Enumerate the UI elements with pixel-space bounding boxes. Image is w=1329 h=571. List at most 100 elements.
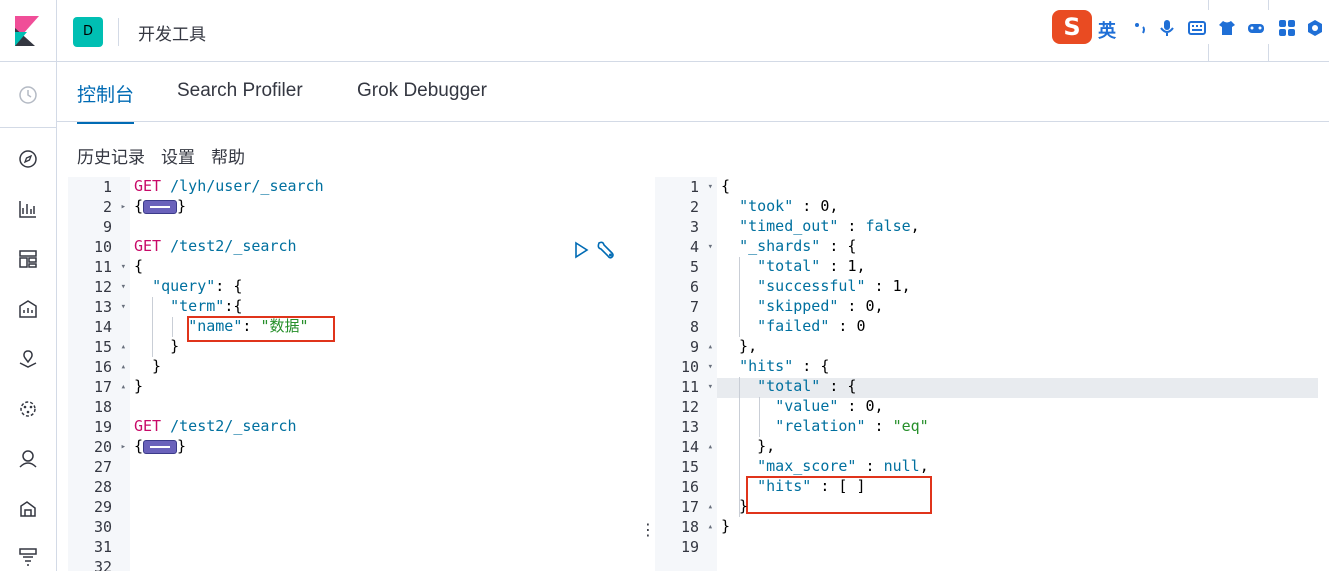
- play-icon[interactable]: [573, 241, 589, 259]
- code-token: null: [883, 457, 920, 475]
- code-token: ,: [856, 257, 866, 275]
- code-line: }: [134, 356, 161, 376]
- code-token: false: [865, 217, 911, 235]
- line-number: 12: [680, 398, 699, 416]
- keyboard-icon[interactable]: [1188, 19, 1206, 37]
- kibana-logo-cell[interactable]: [0, 0, 57, 62]
- code-token: GET: [134, 237, 162, 255]
- code-token: GET: [134, 417, 162, 435]
- line-number: 20: [93, 438, 112, 456]
- collapsed-block-icon[interactable]: [143, 439, 178, 454]
- sogou-logo-icon[interactable]: S: [1052, 10, 1092, 44]
- tab-console[interactable]: 控制台: [77, 80, 135, 124]
- fold-toggle-icon[interactable]: ▴: [121, 362, 126, 372]
- code-token: "relation": [775, 417, 866, 435]
- code-token: :: [820, 257, 848, 275]
- history-link[interactable]: 历史记录: [77, 148, 145, 168]
- line-number: 3: [689, 218, 699, 236]
- code-line: "failed" : 0: [721, 316, 866, 336]
- tab-grok-debugger[interactable]: Grok Debugger: [357, 80, 487, 117]
- fold-toggle-icon[interactable]: ▴: [121, 342, 126, 352]
- ime-language-toggle[interactable]: 英: [1098, 17, 1116, 43]
- fold-toggle-icon[interactable]: ▴: [121, 382, 126, 392]
- code-token: 0: [856, 317, 866, 335]
- fold-toggle-icon[interactable]: ▾: [708, 242, 713, 252]
- code-line: "name": "数据": [134, 316, 308, 336]
- fold-toggle-icon[interactable]: ▴: [708, 522, 713, 532]
- fold-toggle-icon[interactable]: ▾: [708, 362, 713, 372]
- code-line: },: [721, 436, 775, 456]
- settings-link[interactable]: 设置: [161, 148, 195, 168]
- help-link[interactable]: 帮助: [211, 148, 245, 168]
- code-token: }: [721, 517, 731, 535]
- line-number: 29: [93, 498, 112, 516]
- code-token: : {: [820, 237, 857, 255]
- space-avatar[interactable]: D: [73, 17, 103, 47]
- code-token: "hits": [757, 477, 812, 495]
- settings-icon[interactable]: [1306, 19, 1324, 37]
- code-line: }: [134, 336, 179, 356]
- microphone-icon[interactable]: [1158, 19, 1176, 37]
- code-token: "failed": [757, 317, 830, 335]
- code-line: "hits" : {: [721, 356, 829, 376]
- fold-toggle-icon[interactable]: ▾: [121, 302, 126, 312]
- request-editor[interactable]: 1 GET /lyh/user/_search 2 ▸ {} 9 10 GET /test2/…: [68, 177, 636, 571]
- discover-compass-icon[interactable]: [17, 148, 39, 170]
- code-line: "skipped" : 0,: [721, 296, 883, 316]
- apps-grid-icon[interactable]: [1278, 19, 1296, 37]
- visualize-chart-icon[interactable]: [17, 198, 39, 220]
- fold-toggle-icon[interactable]: ▴: [708, 502, 713, 512]
- fold-toggle-icon[interactable]: ▾: [121, 282, 126, 292]
- fold-toggle-icon[interactable]: ▸: [121, 202, 126, 212]
- code-token: /test2/_search: [170, 417, 297, 435]
- apm-icon[interactable]: [17, 546, 39, 568]
- line-number: 9: [689, 338, 699, 356]
- code-token: "timed_out": [739, 217, 839, 235]
- canvas-icon[interactable]: [17, 298, 39, 320]
- code-token: :: [829, 317, 857, 335]
- code-line: "successful" : 1,: [721, 276, 911, 296]
- fold-toggle-icon[interactable]: ▾: [121, 262, 126, 272]
- fold-toggle-icon[interactable]: ▾: [708, 182, 713, 192]
- code-token: : [ ]: [811, 477, 866, 495]
- line-number: 15: [680, 458, 699, 476]
- clock-icon[interactable]: [17, 84, 39, 106]
- wrench-icon[interactable]: [595, 239, 617, 261]
- kibana-logo-icon[interactable]: [15, 16, 39, 46]
- dashboard-icon[interactable]: [17, 248, 39, 270]
- fold-toggle-icon[interactable]: ▴: [708, 342, 713, 352]
- gamepad-icon[interactable]: [1247, 19, 1265, 37]
- code-token: "_shards": [739, 237, 821, 255]
- line-number: 19: [93, 418, 112, 436]
- line-number: 2: [102, 198, 112, 216]
- collapsed-block-icon[interactable]: [143, 199, 178, 214]
- line-number: 4: [689, 238, 699, 256]
- code-token: :: [838, 217, 866, 235]
- fold-toggle-icon[interactable]: ▴: [708, 442, 713, 452]
- maps-icon[interactable]: [17, 348, 39, 370]
- code-line: },: [721, 336, 757, 356]
- code-line: {}: [134, 196, 186, 216]
- line-number: 16: [93, 358, 112, 376]
- code-token: :: [865, 417, 893, 435]
- code-line: "max_score" : null,: [721, 456, 929, 476]
- fold-toggle-icon[interactable]: ▾: [708, 382, 713, 392]
- logs-icon[interactable]: [17, 498, 39, 520]
- punctuation-icon[interactable]: [1132, 19, 1150, 37]
- dev-tools-tabs: 控制台 Search Profiler Grok Debugger: [57, 62, 1329, 124]
- skin-icon[interactable]: [1218, 19, 1236, 37]
- tab-search-profiler[interactable]: Search Profiler: [177, 80, 303, 117]
- machine-learning-icon[interactable]: [17, 398, 39, 420]
- fold-toggle-icon[interactable]: ▸: [121, 442, 126, 452]
- ime-toolbar[interactable]: S 英: [1052, 10, 1329, 44]
- header-divider: [118, 18, 119, 46]
- line-number: 13: [680, 418, 699, 436]
- code-token: :{: [224, 297, 243, 315]
- infrastructure-icon[interactable]: [17, 448, 39, 470]
- panel-resizer-handle[interactable]: ⋮: [640, 520, 656, 539]
- code-token: :: [838, 397, 866, 415]
